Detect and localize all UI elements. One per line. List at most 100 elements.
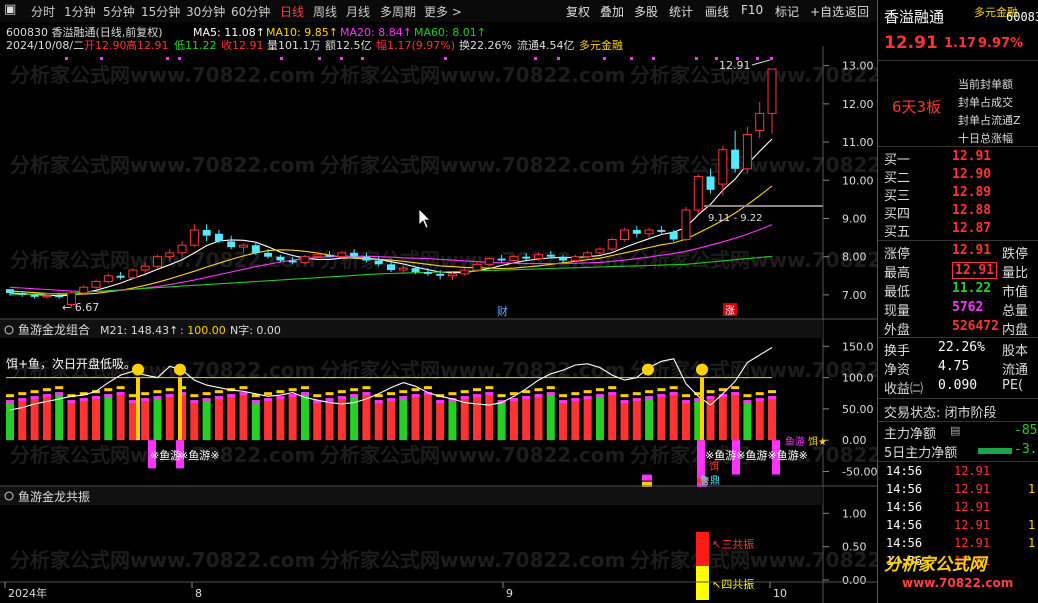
price-tick-label: 12.00 [842, 98, 874, 111]
stat2-label-1: 净资 [884, 363, 911, 378]
bid-price-3: 12.88 [952, 203, 992, 218]
limit-dot [166, 57, 169, 60]
candle-body [607, 238, 617, 250]
ohlc-field: 2024/10/08/二 [6, 39, 84, 52]
candle-body [681, 209, 691, 240]
tick-price-1: 12.91 [954, 482, 991, 496]
flow-value-0: -85 [1014, 423, 1038, 438]
ind1-bar [411, 394, 420, 441]
ind1-bar-cap2 [706, 390, 715, 394]
period-tab-2[interactable]: 5分钟 [103, 3, 135, 20]
watermark-text: 分析家公式网www.70822.com [10, 548, 315, 572]
ind1-label: 饵★ [808, 435, 827, 448]
ind1-bar-cap2 [571, 392, 580, 396]
candle-body [693, 175, 703, 211]
quote-panel: 香溢融通 多元金融 60083 12.91 1.17 9.97% 6天3板 当前… [877, 0, 1038, 603]
period-tab-7[interactable]: 周线 [313, 3, 337, 20]
ind1-bar-cap2 [620, 394, 629, 398]
candle-body [767, 68, 777, 114]
toolbar-button-1[interactable]: 叠加 [600, 3, 624, 20]
ind1-bar-cap [67, 400, 76, 404]
indicator1-m21: M21: 148.43↑ [100, 324, 178, 337]
ind1-tick-label: 100.0 [842, 372, 874, 385]
ind1-bar [743, 400, 752, 441]
site-logo: 分析家公式网 www.70822.com [878, 540, 1038, 603]
doc-icon[interactable]: ▤ [950, 424, 960, 437]
period-tab-5[interactable]: 60分钟 [231, 3, 270, 20]
watermark-text: 分析家公式网www.70822.com [630, 63, 877, 87]
toolbar-button-8[interactable]: 返回 [845, 3, 869, 20]
candle-body [362, 256, 371, 261]
period-tab-3[interactable]: 15分钟 [141, 3, 180, 20]
ind1-bar-cap2 [595, 388, 604, 392]
ind1-bar-cap2 [546, 386, 555, 390]
ma-legend-item: MA60: 8.01↑ [414, 26, 486, 39]
ind1-bar-cap2 [6, 394, 14, 398]
ind1-bar [546, 392, 555, 441]
watermark-text: 分析家公式网www.70822.com [320, 548, 625, 572]
ind1-bar-cap2 [104, 388, 113, 392]
stat2-right-0: 股本 [1002, 344, 1029, 359]
ind1-stack-bar [642, 474, 652, 481]
toolbar-button-4[interactable]: 画线 [705, 3, 729, 20]
ind1-bar [399, 396, 408, 441]
candle-body [18, 292, 27, 295]
chart-icon[interactable]: ▣ [4, 2, 16, 17]
ind1-bar-cap [202, 398, 211, 402]
ind1-bar [374, 400, 383, 441]
toolbar-button-5[interactable]: F10 [741, 3, 763, 17]
candle-body [411, 268, 420, 272]
bid-price-4: 12.87 [952, 221, 992, 236]
candle-body [718, 149, 728, 185]
toolbar-button-0[interactable]: 复权 [566, 3, 590, 20]
ind1-bar-cap2 [350, 388, 359, 392]
ind1-bar-cap2 [239, 386, 248, 390]
period-tab-0[interactable]: 分时 [31, 3, 55, 20]
candle-body [398, 267, 408, 271]
period-tab-1[interactable]: 1分钟 [64, 3, 96, 20]
toolbar-button-3[interactable]: 统计 [669, 3, 693, 20]
ind1-bar-cap2 [632, 392, 641, 396]
ind1-bar [718, 394, 727, 441]
watermark-text: 分析家公式网www.70822.com [320, 443, 625, 467]
tick-price-2: 12.91 [954, 500, 991, 514]
ind1-bar-cap2 [337, 390, 346, 394]
flow-label-1: 5日主力净额 [884, 446, 958, 461]
ind1-bar-cap2 [18, 392, 27, 396]
ma-legend-item: MA10: 9.85↑ [266, 26, 338, 39]
candle-body [165, 252, 175, 258]
ind1-bar-cap [681, 400, 690, 404]
ma-legend-item: MA20: 8.84↑ [340, 26, 412, 39]
limit-dot [603, 57, 606, 60]
watermark-text: 分析家公式网www.70822.com [320, 63, 625, 87]
flow-value-1: -3. [1014, 442, 1038, 457]
seal-label-1: 封单占成交 [958, 96, 1013, 109]
period-tab-8[interactable]: 月线 [346, 3, 370, 20]
ohlc-field: 幅1.17(9.97%) [376, 39, 455, 52]
ind2-tick-label: 0.50 [842, 541, 867, 554]
candle-body [472, 263, 482, 271]
ohlc-field: 额12.5亿 [325, 39, 372, 52]
kline-chart[interactable]: 分析家公式网www.70822.com 分析家公式网www.70822.com 分析… [0, 22, 877, 603]
ind1-stack-bar [642, 481, 652, 488]
ind1-bar-cap [337, 396, 346, 400]
period-tab-4[interactable]: 30分钟 [186, 3, 225, 20]
ind1-bar-cap [534, 394, 543, 398]
toolbar-button-2[interactable]: 多股 [634, 3, 658, 20]
ind1-bar-cap [485, 392, 494, 396]
candle-body [337, 252, 347, 258]
period-tab-10[interactable]: 更多 > [424, 3, 462, 20]
toolbar-button-7[interactable]: +自选 [810, 3, 844, 20]
bid-price-2: 12.89 [952, 185, 992, 200]
ind1-bar-cap [399, 396, 408, 400]
ind1-bar [522, 396, 531, 441]
period-tab-6[interactable]: 日线 [280, 3, 304, 20]
stat-right-1: 量比 [1002, 266, 1029, 281]
toolbar-button-6[interactable]: 标记 [775, 3, 799, 20]
candle-body [79, 286, 89, 294]
candle-body [264, 252, 273, 257]
ind1-bar [608, 392, 617, 441]
ind1-bar-cap2 [645, 390, 654, 394]
indicator1-n: N字: 0.00 [230, 323, 281, 337]
period-tab-9[interactable]: 多周期 [380, 3, 416, 20]
